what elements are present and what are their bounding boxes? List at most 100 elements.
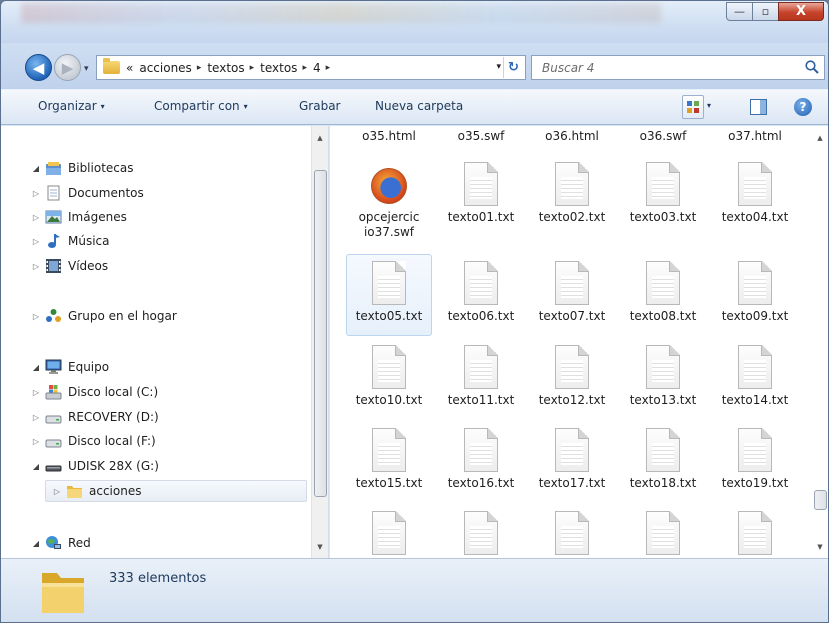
- expand-arrow-icon[interactable]: ◢: [31, 164, 41, 173]
- file-item[interactable]: texto07.txt: [529, 261, 615, 324]
- help-button[interactable]: ?: [794, 98, 812, 116]
- expand-arrow-icon[interactable]: ▷: [31, 413, 41, 422]
- breadcrumb-separator[interactable]: ▸: [326, 63, 331, 73]
- breadcrumb-overflow[interactable]: «: [126, 61, 133, 75]
- nav-computer[interactable]: ◢ Equipo: [31, 356, 109, 378]
- file-item[interactable]: texto17.txt: [529, 428, 615, 491]
- file-item[interactable]: texto10.txt: [346, 345, 432, 408]
- share-with-label: Compartir con: [154, 99, 240, 113]
- address-bar[interactable]: « acciones ▸ textos ▸ textos ▸ 4 ▸ ▾ ↻: [96, 55, 526, 80]
- expand-arrow-icon[interactable]: ▷: [52, 487, 62, 496]
- change-view-button[interactable]: [682, 95, 704, 119]
- file-item[interactable]: opcejercicio37.swf: [346, 162, 432, 240]
- file-o36-html[interactable]: o36.html: [529, 129, 615, 143]
- nav-music[interactable]: ▷ Música: [31, 230, 110, 252]
- scroll-down-button[interactable]: ▼: [812, 538, 828, 555]
- search-icon[interactable]: [804, 59, 820, 75]
- title-bar[interactable]: — ▫ X: [1, 1, 828, 43]
- view-dropdown-button[interactable]: ▾: [707, 101, 711, 110]
- expand-arrow-icon[interactable]: ▷: [31, 262, 41, 271]
- file-item[interactable]: texto15.txt: [346, 428, 432, 491]
- recent-pages-button[interactable]: ▾: [84, 64, 89, 74]
- nav-libraries[interactable]: ◢ Bibliotecas: [31, 157, 133, 179]
- nav-scrollbar-thumb[interactable]: [314, 170, 327, 497]
- file-item[interactable]: texto01.txt: [438, 162, 524, 225]
- text-file-icon: [555, 261, 589, 305]
- scroll-up-button[interactable]: ▲: [812, 129, 828, 146]
- file-o37-html[interactable]: o37.html: [712, 129, 798, 143]
- text-file-icon: [372, 428, 406, 472]
- search-input[interactable]: [532, 56, 772, 79]
- nav-videos[interactable]: ▷ Vídeos: [31, 255, 108, 277]
- expand-arrow-icon[interactable]: ◢: [31, 539, 41, 548]
- forward-button[interactable]: ▶: [54, 54, 81, 81]
- nav-acciones[interactable]: ▷ acciones: [45, 480, 307, 502]
- nav-documents[interactable]: ▷ Documentos: [31, 182, 144, 204]
- file-item[interactable]: [346, 511, 432, 558]
- new-folder-button[interactable]: Nueva carpeta: [375, 99, 463, 113]
- nav-drive-c[interactable]: ▷ Disco local (C:): [31, 381, 158, 403]
- file-item[interactable]: [529, 511, 615, 558]
- scroll-up-button[interactable]: ▲: [312, 129, 328, 146]
- navigation-pane[interactable]: ◢ Bibliotecas ▷ Documentos ▷ Imágenes ▷: [1, 126, 329, 558]
- file-item[interactable]: texto09.txt: [712, 261, 798, 324]
- burn-button[interactable]: Grabar: [299, 99, 341, 113]
- breadcrumb-separator[interactable]: ▸: [250, 63, 255, 73]
- share-with-button[interactable]: Compartir con ▾: [154, 99, 248, 113]
- file-item[interactable]: texto04.txt: [712, 162, 798, 225]
- file-item[interactable]: [712, 511, 798, 558]
- file-list-scrollbar[interactable]: ▲ ▼: [812, 126, 828, 558]
- refresh-button[interactable]: ↻: [503, 57, 523, 78]
- minimize-button[interactable]: —: [726, 2, 753, 21]
- expand-arrow-icon[interactable]: ▷: [31, 388, 41, 397]
- preview-pane-button[interactable]: [750, 99, 767, 115]
- expand-arrow-icon[interactable]: ▷: [31, 237, 41, 246]
- nav-scrollbar[interactable]: ▲ ▼: [311, 126, 328, 558]
- back-button[interactable]: ◀: [25, 54, 52, 81]
- nav-network[interactable]: ◢ Red: [31, 532, 91, 554]
- file-item[interactable]: texto05.txt: [346, 254, 432, 336]
- breadcrumb-separator[interactable]: ▸: [302, 63, 307, 73]
- expand-arrow-icon[interactable]: ◢: [31, 363, 41, 372]
- expand-arrow-icon[interactable]: ◢: [31, 462, 41, 471]
- file-name: opcejercicio37.swf: [358, 210, 420, 239]
- nav-homegroup[interactable]: ▷ Grupo en el hogar: [31, 305, 177, 327]
- file-item[interactable]: texto02.txt: [529, 162, 615, 225]
- expand-arrow-icon[interactable]: ▷: [31, 312, 41, 321]
- nav-images[interactable]: ▷ Imágenes: [31, 206, 127, 228]
- file-item[interactable]: texto11.txt: [438, 345, 524, 408]
- file-item[interactable]: texto08.txt: [620, 261, 706, 324]
- text-file-icon: [555, 428, 589, 472]
- file-item[interactable]: texto12.txt: [529, 345, 615, 408]
- file-item[interactable]: texto19.txt: [712, 428, 798, 491]
- nav-drive-g[interactable]: ◢ UDISK 28X (G:): [31, 455, 159, 477]
- breadcrumb-textos[interactable]: textos: [207, 61, 244, 75]
- file-item[interactable]: texto03.txt: [620, 162, 706, 225]
- file-item[interactable]: texto16.txt: [438, 428, 524, 491]
- breadcrumb-textos-2[interactable]: textos: [260, 61, 297, 75]
- close-button[interactable]: X: [778, 2, 824, 21]
- maximize-button[interactable]: ▫: [752, 2, 779, 21]
- file-item[interactable]: texto06.txt: [438, 261, 524, 324]
- organize-button[interactable]: Organizar ▾: [38, 99, 105, 113]
- file-item[interactable]: texto18.txt: [620, 428, 706, 491]
- file-list-scrollbar-thumb[interactable]: [814, 490, 827, 510]
- file-item[interactable]: [438, 511, 524, 558]
- nav-drive-f[interactable]: ▷ Disco local (F:): [31, 430, 156, 452]
- expand-arrow-icon[interactable]: ▷: [31, 437, 41, 446]
- file-item[interactable]: texto13.txt: [620, 345, 706, 408]
- expand-arrow-icon[interactable]: ▷: [31, 213, 41, 222]
- file-item[interactable]: texto14.txt: [712, 345, 798, 408]
- breadcrumb-4[interactable]: 4: [313, 61, 321, 75]
- expand-arrow-icon[interactable]: ▷: [31, 189, 41, 198]
- address-dropdown-button[interactable]: ▾: [496, 62, 501, 72]
- file-o35-swf[interactable]: o35.swf: [438, 129, 524, 143]
- file-o35-html[interactable]: o35.html: [346, 129, 432, 143]
- nav-drive-d[interactable]: ▷ RECOVERY (D:): [31, 406, 159, 428]
- file-item[interactable]: [620, 511, 706, 558]
- breadcrumb-acciones[interactable]: acciones: [139, 61, 191, 75]
- file-list[interactable]: o35.html o35.swf o36.html o36.swf o37.ht…: [330, 126, 828, 558]
- scroll-down-button[interactable]: ▼: [312, 538, 328, 555]
- breadcrumb-separator[interactable]: ▸: [197, 63, 202, 73]
- file-o36-swf[interactable]: o36.swf: [620, 129, 706, 143]
